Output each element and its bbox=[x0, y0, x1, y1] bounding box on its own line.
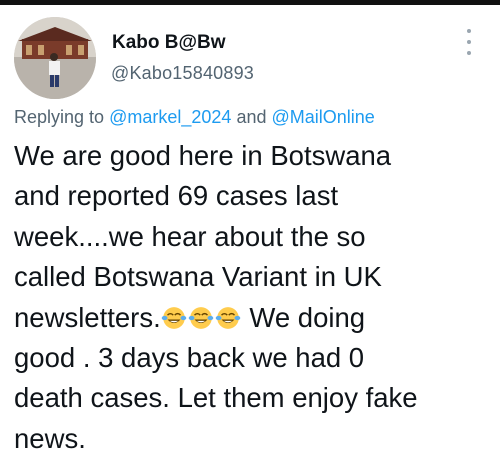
display-name[interactable]: Kabo B@Bw bbox=[112, 32, 226, 54]
avatar[interactable] bbox=[14, 17, 96, 99]
tweet-text: We are good here in Botswana and reporte… bbox=[14, 136, 500, 459]
dot bbox=[467, 40, 471, 44]
user-handle[interactable]: @Kabo15840893 bbox=[111, 63, 254, 84]
mention-link[interactable]: @MailOnline bbox=[272, 107, 375, 127]
face-with-tears-of-joy-icon bbox=[188, 306, 214, 329]
face-with-tears-of-joy-icon bbox=[161, 306, 187, 329]
replying-to-label: Replying to bbox=[14, 107, 105, 127]
mention-link[interactable]: @markel_2024 bbox=[109, 107, 231, 127]
three-dots-vertical-icon[interactable] bbox=[458, 27, 480, 57]
top-border bbox=[0, 0, 500, 5]
replying-to: Replying to @markel_2024 and @MailOnline bbox=[14, 107, 375, 128]
face-with-tears-of-joy-icon bbox=[215, 306, 241, 329]
dot bbox=[467, 29, 471, 33]
replying-to-conjunction: and bbox=[236, 107, 267, 127]
avatar-photo bbox=[14, 17, 96, 99]
dot bbox=[467, 51, 471, 55]
